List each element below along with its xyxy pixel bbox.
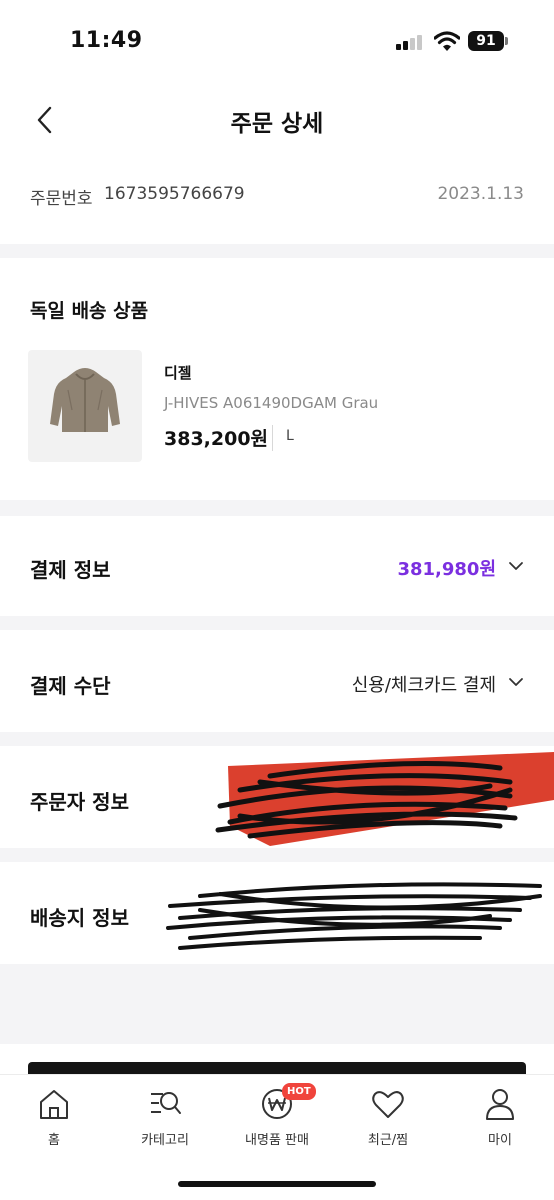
section-heading: 독일 배송 상품	[30, 300, 149, 322]
tab-label: 최근/찜	[367, 1133, 409, 1148]
orderer-info-row[interactable]: 주문자 정보	[0, 746, 554, 848]
tab-recent-wishlist[interactable]: 최근/찜	[338, 1087, 438, 1157]
tab-my[interactable]: 마이	[450, 1087, 550, 1157]
payment-method-label: 결제 수단	[30, 674, 111, 698]
chevron-down-icon[interactable]	[508, 561, 524, 571]
tab-label: 홈	[48, 1133, 60, 1148]
product-model[interactable]: J-HIVES A061490DGAM Grau	[164, 394, 378, 412]
product-brand[interactable]: 디젤	[164, 362, 192, 383]
page-header: 주문 상세	[0, 80, 554, 160]
tab-label: 카테고리	[141, 1133, 189, 1148]
status-time: 11:49	[70, 28, 143, 53]
redaction-scribble	[215, 752, 554, 846]
wifi-icon	[434, 31, 460, 51]
shipping-info-label: 배송지 정보	[30, 906, 129, 930]
category-search-icon	[151, 1092, 181, 1114]
product-price: 383,200원	[164, 428, 269, 450]
person-icon	[486, 1089, 514, 1120]
page-title: 주문 상세	[230, 111, 324, 137]
battery-tip	[505, 37, 508, 45]
payment-method-row[interactable]: 결제 수단 신용/체크카드 결제	[0, 630, 554, 732]
orderer-info-label: 주문자 정보	[30, 790, 129, 814]
order-number-label: 주문번호	[30, 189, 93, 209]
home-icon	[40, 1090, 68, 1119]
product-image[interactable]	[28, 350, 142, 462]
order-number-value: 1673595766679	[104, 184, 245, 204]
chevron-down-icon[interactable]	[508, 677, 524, 687]
tab-label: 마이	[488, 1133, 512, 1148]
hot-badge: HOT	[282, 1083, 316, 1100]
tab-home[interactable]: 홈	[4, 1087, 104, 1157]
payment-method-value: 신용/체크카드 결제	[351, 675, 496, 696]
product-section: 독일 배송 상품 디젤 J-HIVES A061490DGAM Grau 383…	[0, 258, 554, 500]
order-date: 2023.1.13	[437, 184, 524, 204]
battery-indicator: 91	[468, 31, 504, 51]
redaction-scribble	[166, 882, 542, 950]
heart-icon	[372, 1091, 404, 1118]
tab-label: 내명품 판매	[245, 1133, 309, 1148]
home-indicator	[178, 1181, 376, 1187]
payment-info-row[interactable]: 결제 정보 381,980원	[0, 516, 554, 616]
payment-info-label: 결제 정보	[30, 558, 111, 582]
order-number-row: 주문번호 1673595766679 2023.1.13	[0, 160, 554, 244]
product-size: L	[286, 428, 294, 444]
jacket-image-icon	[50, 368, 120, 432]
payment-amount: 381,980원	[397, 559, 496, 580]
tab-category[interactable]: 카테고리	[115, 1087, 215, 1157]
shipping-info-row[interactable]: 배송지 정보	[0, 862, 554, 964]
cellular-signal-icon	[396, 34, 424, 50]
status-bar: 11:49 91	[0, 0, 554, 80]
divider	[272, 425, 273, 451]
